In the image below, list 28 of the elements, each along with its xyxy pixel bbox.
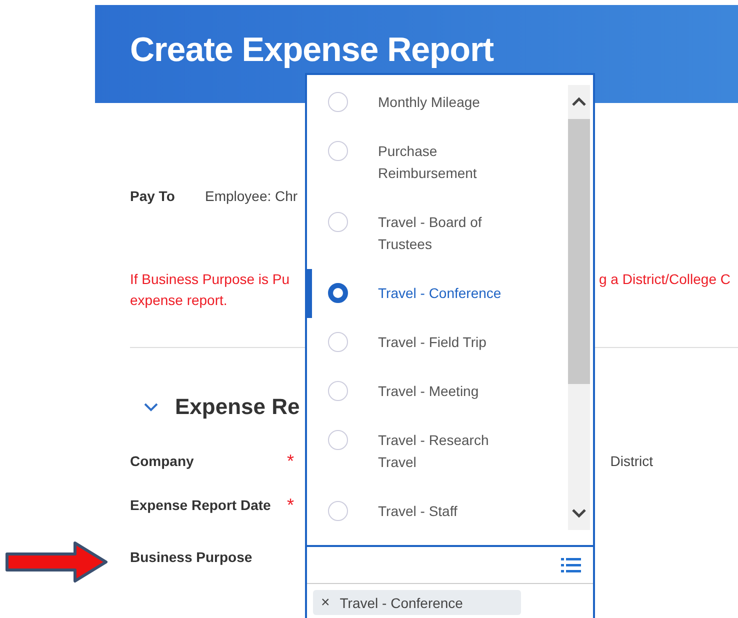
notice-text: g a District/College C (599, 270, 730, 289)
dropdown-option[interactable]: Purchase Reimbursement (307, 127, 568, 198)
dropdown-option[interactable]: Travel - Research Travel (307, 416, 568, 487)
required-marker: * (287, 450, 294, 472)
dropdown-option[interactable]: Travel - Board of Trustees (307, 198, 568, 269)
section-title: Expense Re (175, 394, 300, 420)
required-marker: * (287, 494, 294, 516)
field-label: Business Purpose (130, 549, 254, 565)
field-value: District (610, 453, 653, 469)
dropdown-option[interactable]: Monthly Mileage (307, 78, 568, 127)
field-label: Expense Report Date (130, 497, 272, 513)
input-field[interactable]: × Travel - Conference (305, 545, 595, 618)
field-label: Company (130, 453, 195, 469)
dropdown-option[interactable]: Travel - Meeting (307, 367, 568, 416)
list-icon[interactable] (561, 557, 581, 573)
selected-item-chip[interactable]: × Travel - Conference (313, 590, 521, 615)
scroll-down-icon[interactable] (571, 508, 587, 518)
scroll-up-icon[interactable] (571, 97, 587, 107)
dropdown-option[interactable]: Travel - Staff (307, 487, 568, 536)
chevron-icon[interactable] (143, 402, 159, 412)
field-value: Employee: Chr (205, 188, 298, 204)
field-label: Pay To (130, 188, 176, 204)
page-title: Create Expense Report (130, 31, 494, 70)
notice-text: expense report. (130, 292, 228, 308)
arrow-icon (5, 540, 109, 584)
dropdown-option[interactable]: Travel - Field Trip (307, 318, 568, 367)
scrollbar[interactable] (568, 85, 590, 530)
notice-text: If Business Purpose is Pu (130, 270, 291, 289)
